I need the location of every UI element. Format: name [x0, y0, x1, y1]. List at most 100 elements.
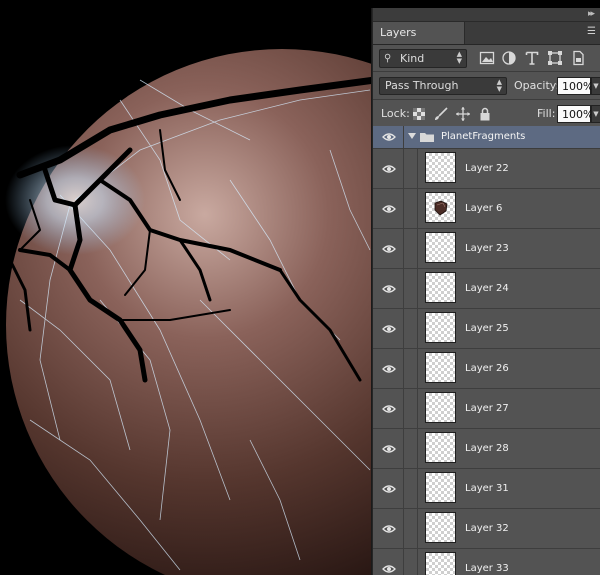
- lock-all-icon[interactable]: [477, 106, 493, 122]
- blend-mode-select[interactable]: Pass Through ▲ ▼: [379, 77, 507, 95]
- eye-icon[interactable]: [382, 244, 396, 254]
- visibility-cell[interactable]: [373, 309, 404, 348]
- visibility-cell[interactable]: [373, 149, 404, 188]
- layer-row[interactable]: Layer 31: [373, 469, 600, 509]
- smart-object-filter-icon[interactable]: [570, 50, 586, 66]
- disclosure-triangle-icon[interactable]: [408, 133, 416, 139]
- layer-name[interactable]: Layer 23: [465, 229, 509, 268]
- panel-menu-icon[interactable]: ☰: [587, 26, 596, 38]
- visibility-cell[interactable]: [373, 469, 404, 508]
- lock-image-icon[interactable]: [433, 106, 449, 122]
- layer-group-row[interactable]: PlanetFragments: [373, 126, 600, 149]
- opacity-dropdown-arrow[interactable]: ▼: [591, 77, 600, 95]
- lock-fill-row: Lock: Fill: 100% ▼: [373, 100, 600, 128]
- layer-row[interactable]: Layer 28: [373, 429, 600, 469]
- layer-name[interactable]: Layer 22: [465, 149, 509, 188]
- tab-layers[interactable]: Layers: [373, 22, 465, 44]
- filter-kind-select[interactable]: ⚲ Kind ▲ ▼: [379, 49, 467, 68]
- layer-name[interactable]: Layer 6: [465, 189, 502, 228]
- panel-tab-row: Layers ☰: [373, 22, 600, 45]
- eye-icon[interactable]: [382, 132, 396, 142]
- layer-name[interactable]: Layer 33: [465, 549, 509, 575]
- opacity-label: Opacity:: [514, 79, 560, 92]
- folder-icon: [420, 133, 434, 142]
- group-indent-line: [417, 229, 418, 268]
- search-icon: ⚲: [384, 53, 392, 64]
- layer-row[interactable]: Layer 33: [373, 549, 600, 575]
- fill-dropdown-arrow[interactable]: ▼: [591, 105, 600, 123]
- layer-thumbnail[interactable]: [425, 392, 456, 423]
- layers-list: PlanetFragments Layer 22 Layer 6 Layer 2…: [373, 126, 600, 575]
- group-indent-line: [417, 349, 418, 388]
- layer-row[interactable]: Layer 27: [373, 389, 600, 429]
- layer-row[interactable]: Layer 32: [373, 509, 600, 549]
- layer-row[interactable]: Layer 26: [373, 349, 600, 389]
- layer-thumbnail[interactable]: [425, 432, 456, 463]
- visibility-cell[interactable]: [373, 349, 404, 388]
- layer-row[interactable]: Layer 22: [373, 149, 600, 189]
- fill-label: Fill:: [537, 107, 556, 120]
- visibility-cell[interactable]: [373, 549, 404, 575]
- document-canvas[interactable]: [0, 0, 375, 575]
- visibility-cell[interactable]: [373, 229, 404, 268]
- layer-thumbnail[interactable]: [425, 192, 456, 223]
- group-indent-line: [417, 149, 418, 188]
- eye-icon[interactable]: [382, 524, 396, 534]
- lock-label: Lock:: [381, 107, 410, 120]
- layer-row[interactable]: Layer 6: [373, 189, 600, 229]
- planet-fragment-thumbnail: [434, 200, 448, 216]
- layer-name[interactable]: Layer 31: [465, 469, 509, 508]
- lock-transparent-icon[interactable]: [411, 106, 427, 122]
- visibility-cell[interactable]: [373, 269, 404, 308]
- group-indent-line: [417, 309, 418, 348]
- visibility-cell[interactable]: [373, 126, 404, 148]
- opacity-input[interactable]: 100%: [557, 77, 593, 95]
- chevron-up-down-icon: ▲ ▼: [496, 78, 502, 93]
- group-indent-line: [417, 389, 418, 428]
- shape-filter-icon[interactable]: [547, 50, 563, 66]
- visibility-cell[interactable]: [373, 509, 404, 548]
- pixel-filter-icon[interactable]: [479, 50, 495, 66]
- layer-thumbnail[interactable]: [425, 352, 456, 383]
- layers-panel: ▸▸ Layers ☰ ⚲ Kind ▲ ▼ Pass Through ▲ ▼ Op…: [372, 8, 600, 575]
- layer-thumbnail[interactable]: [425, 272, 456, 303]
- layer-row[interactable]: Layer 23: [373, 229, 600, 269]
- eye-icon[interactable]: [382, 364, 396, 374]
- eye-icon[interactable]: [382, 484, 396, 494]
- layer-row[interactable]: Layer 25: [373, 309, 600, 349]
- layer-name[interactable]: Layer 24: [465, 269, 509, 308]
- filter-kind-label: Kind: [400, 52, 425, 65]
- lock-position-icon[interactable]: [455, 106, 471, 122]
- double-chevron-right-icon[interactable]: ▸▸: [588, 8, 595, 21]
- chevron-up-down-icon: ▲ ▼: [456, 50, 462, 65]
- layer-name[interactable]: Layer 25: [465, 309, 509, 348]
- blend-mode-value: Pass Through: [385, 79, 459, 92]
- layer-group-name[interactable]: PlanetFragments: [441, 126, 525, 148]
- layer-thumbnail[interactable]: [425, 552, 456, 575]
- eye-icon[interactable]: [382, 404, 396, 414]
- eye-icon[interactable]: [382, 204, 396, 214]
- layer-name[interactable]: Layer 28: [465, 429, 509, 468]
- panel-collapse-bar[interactable]: ▸▸: [373, 8, 600, 22]
- layer-row[interactable]: Layer 24: [373, 269, 600, 309]
- layer-thumbnail[interactable]: [425, 232, 456, 263]
- eye-icon[interactable]: [382, 324, 396, 334]
- eye-icon[interactable]: [382, 444, 396, 454]
- visibility-cell[interactable]: [373, 189, 404, 228]
- eye-icon[interactable]: [382, 284, 396, 294]
- eye-icon[interactable]: [382, 564, 396, 574]
- layer-thumbnail[interactable]: [425, 472, 456, 503]
- adjustment-filter-icon[interactable]: [501, 50, 517, 66]
- layer-name[interactable]: Layer 26: [465, 349, 509, 388]
- fill-input[interactable]: 100%: [557, 105, 593, 123]
- type-filter-icon[interactable]: [524, 50, 540, 66]
- eye-icon[interactable]: [382, 164, 396, 174]
- layer-thumbnail[interactable]: [425, 152, 456, 183]
- layer-thumbnail[interactable]: [425, 512, 456, 543]
- visibility-cell[interactable]: [373, 389, 404, 428]
- layer-thumbnail[interactable]: [425, 312, 456, 343]
- layer-name[interactable]: Layer 32: [465, 509, 509, 548]
- layer-name[interactable]: Layer 27: [465, 389, 509, 428]
- visibility-cell[interactable]: [373, 429, 404, 468]
- cracked-planet-artwork: [5, 49, 375, 575]
